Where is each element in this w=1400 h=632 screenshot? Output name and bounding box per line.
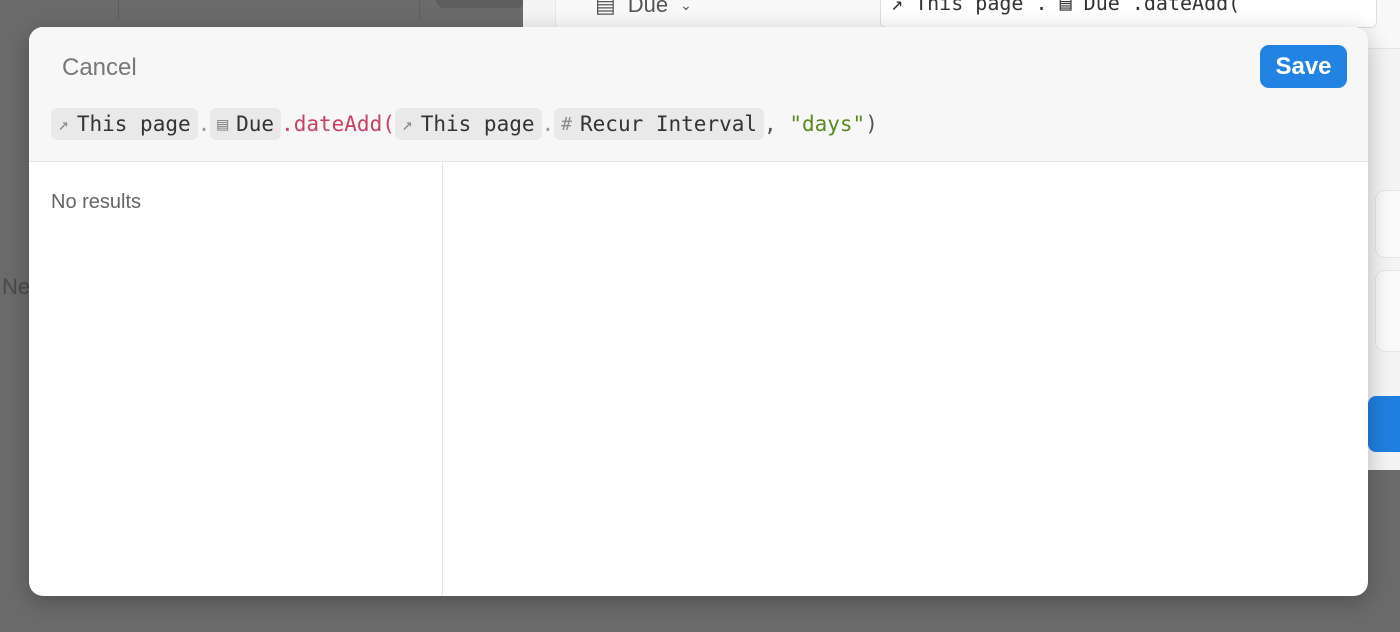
background-panel-strip bbox=[118, 0, 420, 20]
arrow-up-right-icon: ↗ bbox=[58, 113, 69, 135]
results-list: No results bbox=[29, 162, 443, 596]
hash-icon: # bbox=[561, 113, 573, 135]
background-card bbox=[1375, 190, 1400, 258]
background-due-property: ▤ Due ⌄ bbox=[595, 0, 692, 18]
string-argument: "days" bbox=[789, 112, 866, 136]
no-results-text: No results bbox=[51, 191, 142, 213]
token-recur-interval[interactable]: # Recur Interval bbox=[554, 108, 765, 140]
background-blue-button bbox=[1368, 396, 1400, 452]
formula-input[interactable]: ↗ This page . ▤ Due .dateAdd( ↗ This page .… bbox=[51, 108, 878, 140]
arrow-up-right-icon: ↗ bbox=[401, 113, 413, 135]
save-button[interactable]: Save bbox=[1260, 45, 1347, 88]
background-card bbox=[1375, 270, 1400, 352]
calendar-icon: ▤ bbox=[217, 113, 229, 135]
token-this-page[interactable]: ↗ This page bbox=[51, 108, 198, 140]
token-due[interactable]: ▤ Due bbox=[210, 108, 282, 140]
formula-editor-modal: Cancel Save ↗ This page . ▤ Due .dateAdd( … bbox=[29, 27, 1368, 596]
cancel-button[interactable]: Cancel bbox=[62, 54, 137, 82]
calendar-icon: ▤ bbox=[595, 0, 616, 17]
background-button bbox=[436, 0, 526, 8]
function-dateadd: .dateAdd( bbox=[281, 112, 395, 136]
token-this-page[interactable]: ↗ This page bbox=[394, 108, 542, 140]
background-partial-text: Ne bbox=[2, 274, 31, 299]
background-formula-preview: ↗ This page . ▤ Due .dateAdd( bbox=[880, 0, 1377, 28]
formula-editor-header: Cancel Save ↗ This page . ▤ Due .dateAdd( … bbox=[29, 27, 1368, 162]
chevron-down-icon: ⌄ bbox=[680, 0, 692, 13]
